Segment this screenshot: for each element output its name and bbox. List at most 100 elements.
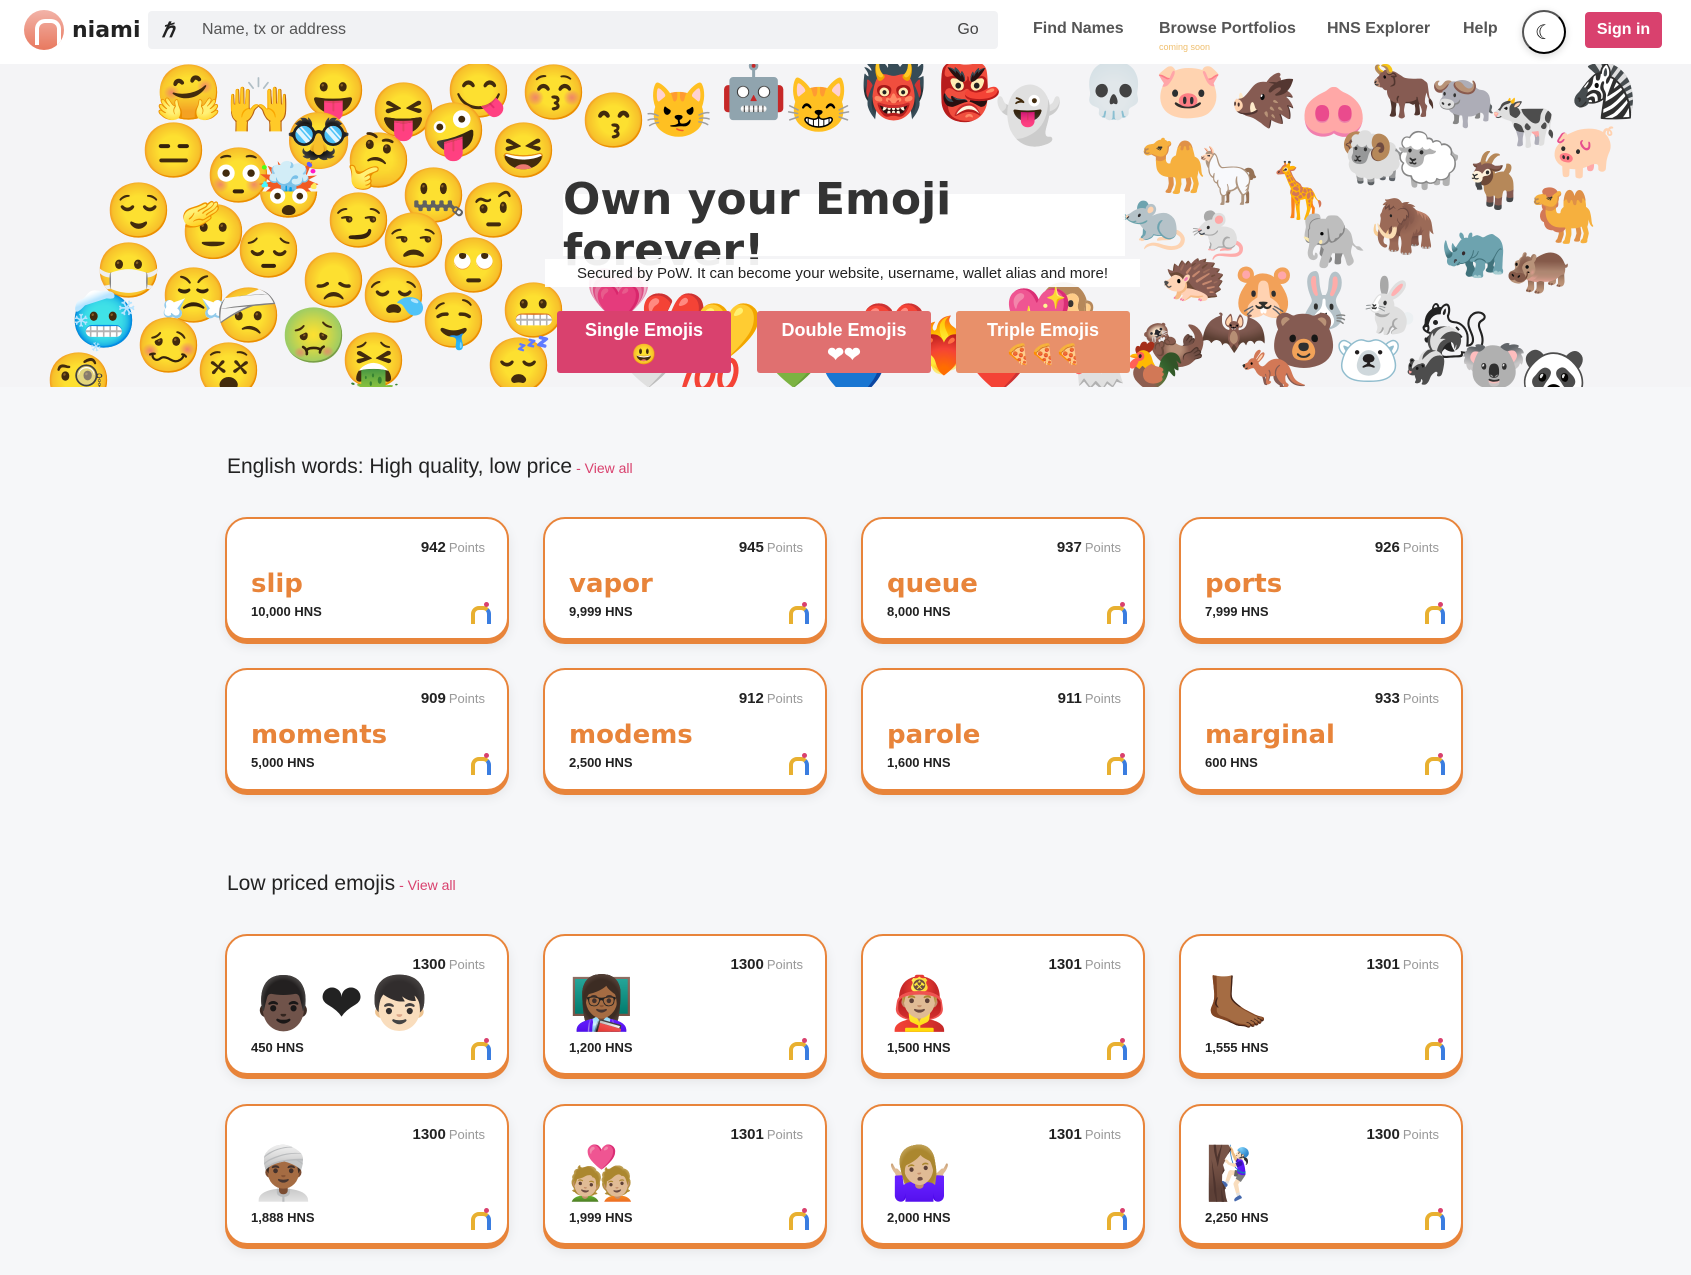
- name-card-modems[interactable]: 912 Points modems 2,500 HNS: [543, 668, 827, 791]
- logo-text: niami: [72, 17, 141, 43]
- points-value: 909 Points: [420, 690, 485, 707]
- niami-badge-icon: [787, 1208, 809, 1230]
- name-text: ports: [1205, 569, 1283, 599]
- emoji-name: 👳🏾‍♂️: [251, 1145, 320, 1203]
- hero-subtitle: Secured by PoW. It can become your websi…: [545, 259, 1140, 287]
- emoji-name: 👨🏿❤👦🏻: [251, 975, 437, 1033]
- hns-icon[interactable]: ℏ: [148, 18, 188, 43]
- nav-browse-portfolios[interactable]: Browse Portfolios: [1159, 20, 1296, 38]
- niami-badge-icon: [1105, 602, 1127, 624]
- price-text: 2,000 HNS: [887, 1210, 951, 1225]
- points-value: 942 Points: [420, 539, 485, 556]
- top-nav-bar: niami ℏ Go Find Names Browse Portfolios …: [0, 0, 1691, 64]
- name-text: parole: [887, 720, 981, 750]
- double-emojis-button[interactable]: Double Emojis ❤❤: [757, 311, 931, 373]
- name-text: modems: [569, 720, 693, 750]
- name-card-parole[interactable]: 911 Points parole 1,600 HNS: [861, 668, 1145, 791]
- price-text: 1,555 HNS: [1205, 1040, 1269, 1055]
- price-text: 7,999 HNS: [1205, 604, 1269, 619]
- price-text: 1,500 HNS: [887, 1040, 951, 1055]
- price-text: 600 HNS: [1205, 755, 1258, 770]
- pizza-icon: 🍕🍕🍕: [1005, 343, 1081, 366]
- price-text: 2,500 HNS: [569, 755, 633, 770]
- hero-title: Own your Emoji forever!: [563, 174, 1125, 276]
- points-value: 937 Points: [1056, 539, 1121, 556]
- section-heading: Low priced emojis: [227, 872, 396, 895]
- triple-emojis-button[interactable]: Triple Emojis 🍕🍕🍕: [956, 311, 1130, 373]
- points-value: 1301 Points: [1048, 1126, 1121, 1143]
- niami-badge-icon: [1423, 1208, 1445, 1230]
- dark-mode-toggle[interactable]: ☾: [1522, 10, 1566, 54]
- name-card-vapor[interactable]: 945 Points vapor 9,999 HNS: [543, 517, 827, 640]
- points-value: 1301 Points: [1048, 956, 1121, 973]
- name-card-marginal[interactable]: 933 Points marginal 600 HNS: [1179, 668, 1463, 791]
- single-emojis-label: Single Emojis: [584, 319, 704, 340]
- price-text: 2,250 HNS: [1205, 1210, 1269, 1225]
- niami-badge-icon: [1105, 753, 1127, 775]
- emoji-name: 🦶🏾: [1205, 975, 1274, 1033]
- search-input[interactable]: [188, 11, 938, 49]
- points-value: 912 Points: [738, 690, 803, 707]
- niami-badge-icon: [1423, 753, 1445, 775]
- single-emojis-button[interactable]: Single Emojis 😃: [557, 311, 731, 373]
- points-value: 1301 Points: [1366, 956, 1439, 973]
- price-text: 1,888 HNS: [251, 1210, 315, 1225]
- hero-banner: 🤗 🙌 😛 😝 😋 😚 😙 😑 😳 🥸 🤔 🤪 😆 😌 🫡 🤯 😏 🤐 🤨 😷 …: [0, 64, 1691, 387]
- price-text: 5,000 HNS: [251, 755, 315, 770]
- name-card-queue[interactable]: 937 Points queue 8,000 HNS: [861, 517, 1145, 640]
- points-value: 1300 Points: [730, 956, 803, 973]
- moon-icon: ☾: [1535, 21, 1553, 44]
- emoji-name: 🤷🏼‍♀️: [887, 1145, 956, 1203]
- emoji-name: 💑🏼: [569, 1145, 638, 1203]
- emoji-card[interactable]: 1300 Points 👩🏾‍🏫 1,200 HNS: [543, 934, 827, 1075]
- niami-badge-icon: [469, 1038, 491, 1060]
- emoji-name: 👨🏼‍🚒: [887, 975, 956, 1033]
- emoji-card[interactable]: 1300 Points 🧗🏻‍♀️ 2,250 HNS: [1179, 1104, 1463, 1245]
- emoji-card[interactable]: 1300 Points 👳🏾‍♂️ 1,888 HNS: [225, 1104, 509, 1245]
- logo[interactable]: niami: [24, 10, 141, 50]
- double-emojis-label: Double Emojis: [781, 319, 907, 340]
- price-text: 1,999 HNS: [569, 1210, 633, 1225]
- niami-badge-icon: [1105, 1038, 1127, 1060]
- emoji-card[interactable]: 1301 Points 👨🏼‍🚒 1,500 HNS: [861, 934, 1145, 1075]
- niami-badge-icon: [1423, 1038, 1445, 1060]
- emoji-name: 🧗🏻‍♀️: [1205, 1145, 1274, 1203]
- points-value: 1300 Points: [412, 1126, 485, 1143]
- niami-badge-icon: [1423, 602, 1445, 624]
- emoji-name: 👩🏾‍🏫: [569, 975, 638, 1033]
- points-value: 933 Points: [1374, 690, 1439, 707]
- points-value: 945 Points: [738, 539, 803, 556]
- triple-emojis-label: Triple Emojis: [986, 319, 1100, 340]
- niami-badge-icon: [787, 753, 809, 775]
- coming-soon-label: coming soon: [1159, 42, 1211, 52]
- price-text: 450 HNS: [251, 1040, 304, 1055]
- search-bar: ℏ Go: [148, 11, 998, 49]
- emoji-card[interactable]: 1301 Points 🦶🏾 1,555 HNS: [1179, 934, 1463, 1075]
- price-text: 8,000 HNS: [887, 604, 951, 619]
- view-all-english-link[interactable]: - View all: [576, 460, 633, 476]
- nav-find-names[interactable]: Find Names: [1033, 20, 1124, 38]
- sign-in-button[interactable]: Sign in: [1585, 12, 1662, 48]
- go-button[interactable]: Go: [938, 21, 998, 39]
- name-text: vapor: [569, 569, 653, 599]
- name-text: queue: [887, 569, 978, 599]
- emoji-card[interactable]: 1301 Points 💑🏼 1,999 HNS: [543, 1104, 827, 1245]
- smiley-icon: 😃: [631, 343, 657, 366]
- name-card-ports[interactable]: 926 Points ports 7,999 HNS: [1179, 517, 1463, 640]
- logo-icon: [24, 10, 64, 50]
- emoji-card[interactable]: 1301 Points 🤷🏼‍♀️ 2,000 HNS: [861, 1104, 1145, 1245]
- name-card-moments[interactable]: 909 Points moments 5,000 HNS: [225, 668, 509, 791]
- price-text: 1,200 HNS: [569, 1040, 633, 1055]
- points-value: 1300 Points: [1366, 1126, 1439, 1143]
- name-card-slip[interactable]: 942 Points slip 10,000 HNS: [225, 517, 509, 640]
- nav-hns-explorer[interactable]: HNS Explorer: [1327, 20, 1430, 38]
- nav-help[interactable]: Help: [1463, 20, 1498, 38]
- price-text: 9,999 HNS: [569, 604, 633, 619]
- niami-badge-icon: [469, 753, 491, 775]
- low-priced-emojis-section-title: Low priced emojis - View all: [227, 872, 456, 896]
- points-value: 926 Points: [1374, 539, 1439, 556]
- emoji-card[interactable]: 1300 Points 👨🏿❤👦🏻 450 HNS: [225, 934, 509, 1075]
- section-heading: English words: High quality, low price: [227, 455, 573, 478]
- name-text: slip: [251, 569, 303, 599]
- view-all-emojis-link[interactable]: - View all: [399, 877, 456, 893]
